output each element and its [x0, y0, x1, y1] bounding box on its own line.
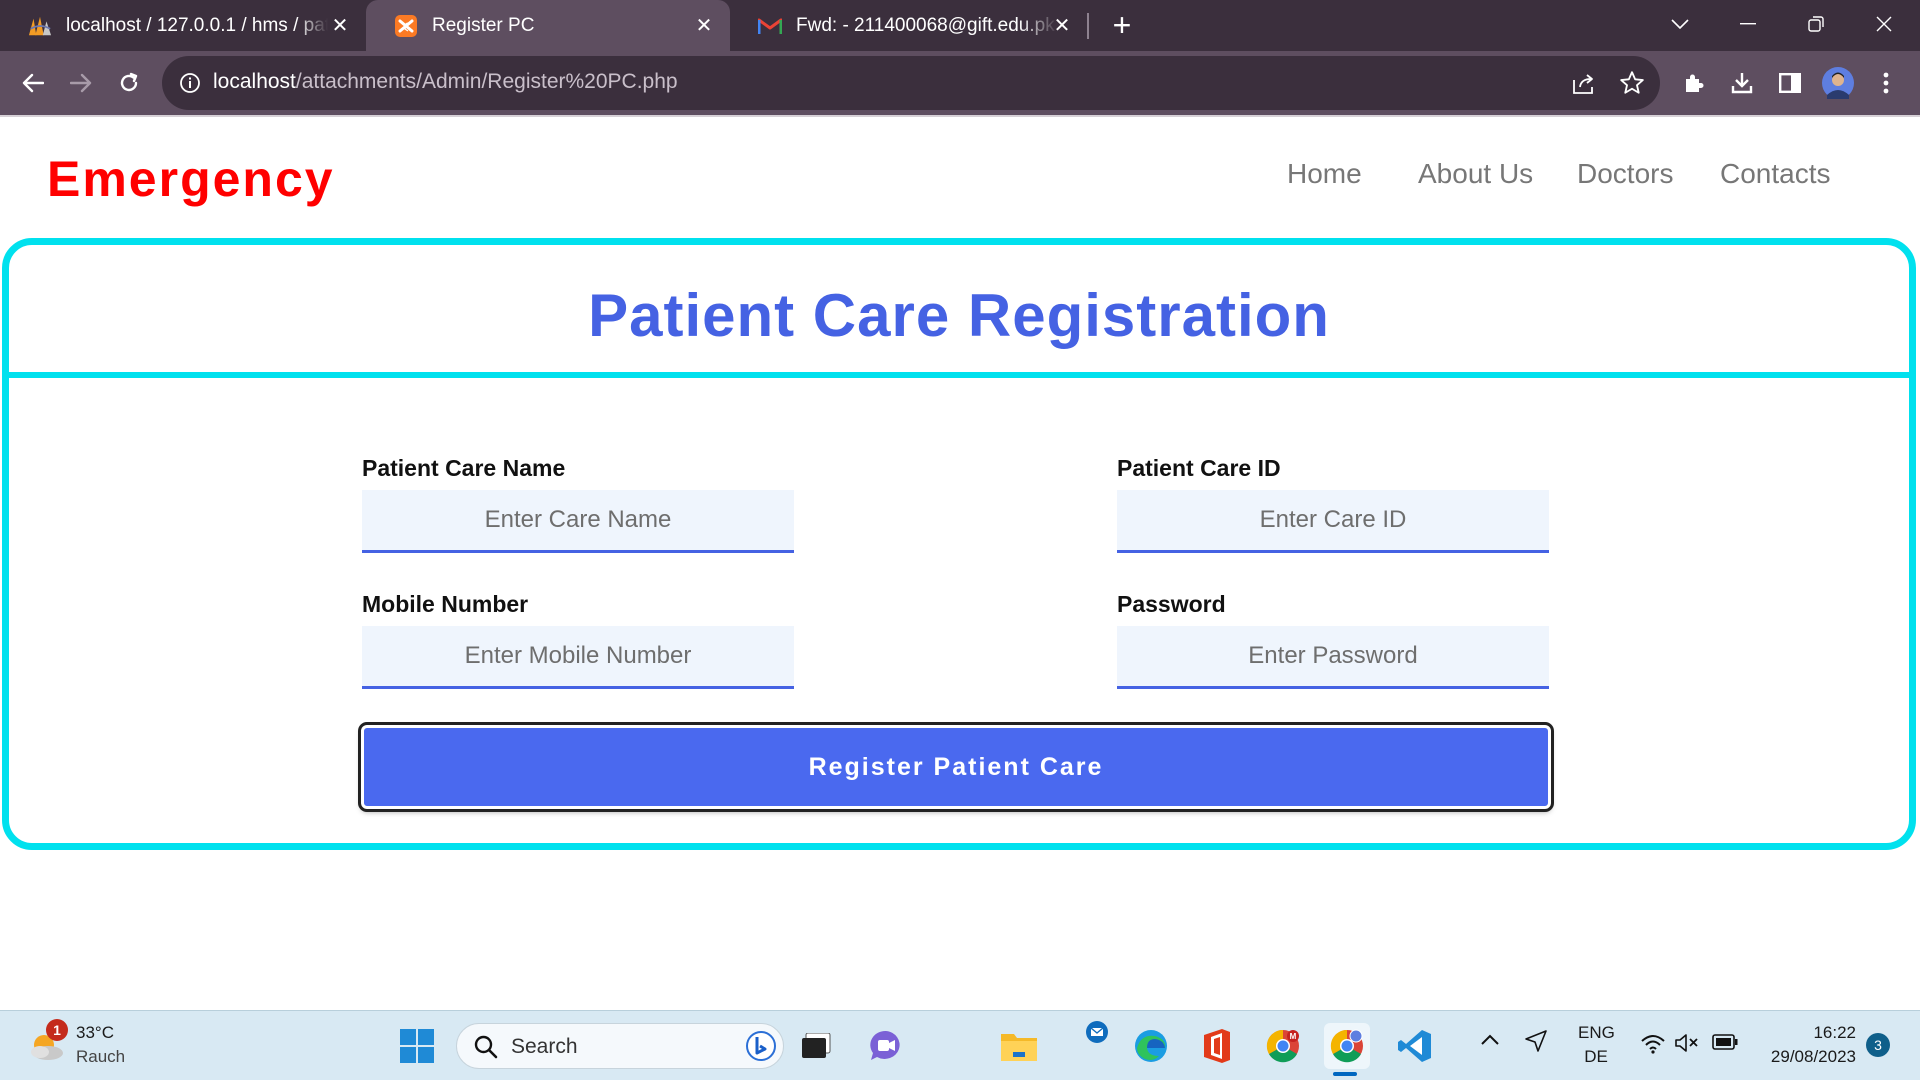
mobile-number-label: Mobile Number — [362, 591, 529, 617]
minimize-button[interactable] — [1728, 4, 1768, 44]
weather-badge: 1 — [46, 1019, 68, 1041]
form-title: Patient Care Registration — [588, 282, 1330, 349]
vscode-icon[interactable] — [1392, 1023, 1438, 1069]
weather-desc: Rauch — [76, 1047, 126, 1066]
windows-start-icon[interactable] — [394, 1023, 440, 1069]
file-explorer-icon[interactable] — [996, 1023, 1042, 1069]
title-divider — [9, 372, 1909, 378]
site-info-icon[interactable] — [178, 71, 202, 95]
clock-time[interactable]: 16:22 — [1752, 1023, 1856, 1043]
close-icon[interactable]: ✕ — [1050, 13, 1074, 37]
mobile-number-input[interactable] — [362, 626, 794, 689]
gmail-icon — [758, 14, 782, 38]
windows-taskbar: 1 33°C Rauch Search M ENG DE 16:22 29/08… — [0, 1010, 1920, 1080]
browser-toolbar: localhost/attachments/Admin/Register%20P… — [0, 51, 1920, 115]
toolbar-divider — [0, 115, 1920, 117]
taskbar-search-box[interactable]: Search — [456, 1023, 784, 1069]
bing-icon[interactable] — [745, 1030, 777, 1067]
menu-kebab-icon[interactable] — [1866, 63, 1906, 103]
active-app-indicator — [1333, 1072, 1357, 1076]
battery-icon[interactable] — [1712, 1034, 1738, 1055]
download-icon[interactable] — [1722, 63, 1762, 103]
password-label: Password — [1117, 591, 1226, 617]
address-bar[interactable]: localhost/attachments/Admin/Register%20P… — [162, 56, 1660, 110]
url-text[interactable]: localhost/attachments/Admin/Register%20P… — [213, 70, 678, 94]
profile-avatar[interactable] — [1818, 63, 1858, 103]
teams-chat-icon[interactable] — [863, 1023, 909, 1069]
care-id-label: Patient Care ID — [1117, 455, 1281, 481]
tab-title: Fwd: - 211400068@gift.edu.pk - — [796, 14, 1058, 36]
back-button[interactable] — [13, 63, 53, 103]
nav-contacts[interactable]: Contacts — [1720, 158, 1831, 190]
edge-browser-icon[interactable] — [1128, 1023, 1174, 1069]
reload-button[interactable] — [109, 63, 149, 103]
mail-notification-icon[interactable] — [1085, 1020, 1109, 1049]
xampp-icon: ଽ — [394, 14, 418, 38]
care-id-input[interactable] — [1117, 490, 1549, 553]
nav-about-us[interactable]: About Us — [1418, 158, 1533, 190]
new-tab-button[interactable]: + — [1106, 9, 1138, 42]
share-icon[interactable] — [1571, 71, 1597, 100]
tab-separator — [1087, 13, 1089, 39]
close-icon[interactable]: ✕ — [328, 13, 352, 37]
side-panel-icon[interactable] — [1770, 63, 1810, 103]
close-icon[interactable]: ✕ — [692, 13, 716, 37]
weather-temp: 33°C — [76, 1023, 114, 1042]
nav-doctors[interactable]: Doctors — [1577, 158, 1673, 190]
password-input[interactable] — [1117, 626, 1549, 689]
notification-count-badge[interactable]: 3 — [1866, 1033, 1890, 1057]
forward-button[interactable] — [61, 63, 101, 103]
office-icon[interactable] — [1194, 1023, 1240, 1069]
svg-text:M: M — [1290, 1032, 1297, 1041]
restore-button[interactable] — [1796, 4, 1836, 44]
chrome-active-icon[interactable] — [1324, 1023, 1370, 1069]
tab-phpmyadmin[interactable]: localhost / 127.0.0.1 / hms / patie ✕ — [0, 0, 366, 51]
clock-date[interactable]: 29/08/2023 — [1752, 1047, 1856, 1067]
wifi-icon[interactable] — [1640, 1033, 1666, 1060]
chrome-gmail-profile-icon[interactable]: M — [1260, 1023, 1306, 1069]
close-window-button[interactable] — [1864, 4, 1904, 44]
task-view-icon[interactable] — [794, 1023, 840, 1069]
register-patient-care-button[interactable]: Register Patient Care — [358, 722, 1554, 812]
extensions-puzzle-icon[interactable] — [1674, 63, 1714, 103]
language-primary[interactable]: ENG — [1578, 1023, 1615, 1043]
tab-title: Register PC — [432, 14, 535, 36]
browser-tab-strip: localhost / 127.0.0.1 / hms / patie ✕ ଽ … — [0, 0, 1920, 51]
bookmark-star-icon[interactable] — [1619, 70, 1645, 101]
url-path: /attachments/Admin/Register%20PC.php — [295, 70, 678, 93]
phpmyadmin-icon — [28, 14, 52, 38]
volume-muted-icon[interactable] — [1674, 1032, 1700, 1059]
main-nav: Home About Us Doctors Contacts — [0, 158, 1920, 198]
search-icon — [473, 1034, 499, 1065]
search-label: Search — [511, 1035, 578, 1058]
tab-gmail[interactable]: Fwd: - 211400068@gift.edu.pk - ✕ — [730, 0, 1088, 51]
care-name-label: Patient Care Name — [362, 455, 566, 481]
tab-register-pc[interactable]: ଽ Register PC ✕ — [366, 0, 730, 51]
care-name-input[interactable] — [362, 490, 794, 553]
url-host: localhost — [213, 70, 296, 93]
chevron-up-icon[interactable] — [1480, 1033, 1500, 1051]
nav-home[interactable]: Home — [1287, 158, 1362, 190]
tab-search-chevron-icon[interactable] — [1660, 4, 1700, 44]
location-icon[interactable] — [1524, 1029, 1548, 1058]
tab-title: localhost / 127.0.0.1 / hms / patie — [66, 14, 328, 36]
language-secondary[interactable]: DE — [1578, 1047, 1614, 1067]
